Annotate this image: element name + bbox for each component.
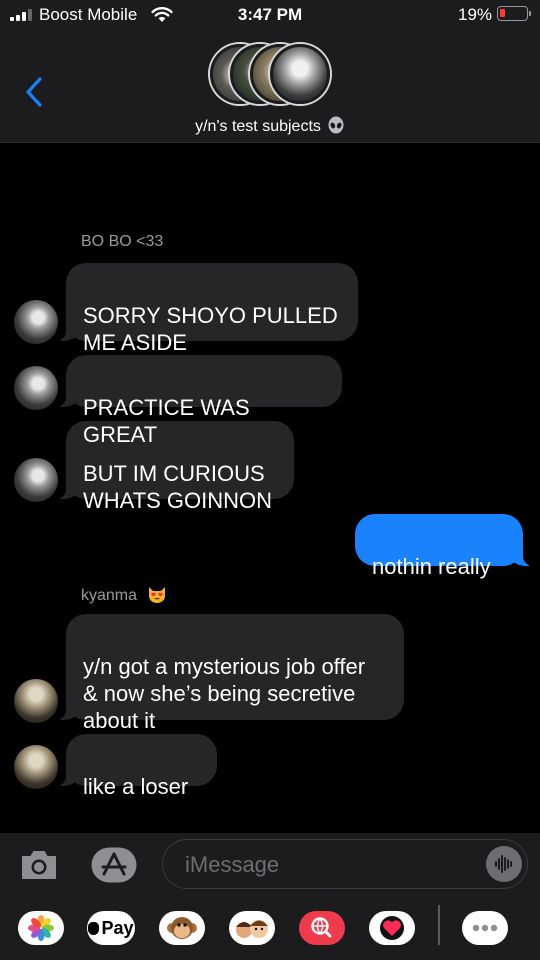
monkey-memoji-icon[interactable] (159, 911, 205, 945)
sender-name-label: kyanma (81, 587, 138, 604)
camera-icon[interactable] (20, 848, 58, 882)
heart-eyes-cat-emoji-icon (149, 587, 166, 603)
monkey-face-icon (167, 917, 197, 939)
memoji-faces-icon (236, 920, 268, 938)
message-input-placeholder: iMessage (185, 852, 280, 877)
group-name[interactable]: y/n's test subjects (0, 116, 540, 136)
drawer-divider (438, 905, 440, 945)
battery-fill (500, 9, 505, 17)
alien-emoji-icon (328, 116, 344, 134)
sender-avatar[interactable] (14, 366, 58, 410)
message-text: y/n got a mysterious job offer & now she… (83, 654, 366, 733)
message-bubble-incoming[interactable]: y/n got a mysterious job offer & now she… (56, 614, 404, 733)
status-bar: Boost Mobile 3:47 PM 19% (0, 0, 540, 30)
ellipsis-icon (472, 924, 498, 932)
sender-avatar[interactable] (14, 300, 58, 344)
sender-name: BO BO <33 (81, 233, 164, 250)
waveform-icon (495, 855, 512, 873)
photos-icon[interactable] (18, 911, 64, 945)
message-bubble-incoming[interactable]: SORRY SHOYO PULLED ME ASIDE (56, 263, 358, 355)
message-bubble-incoming[interactable]: like a loser (56, 734, 217, 799)
message-input[interactable]: iMessage (162, 839, 528, 889)
sender-avatar[interactable] (14, 458, 58, 502)
conversation-header: Boost Mobile 3:47 PM 19% y/n's test subj… (0, 0, 540, 143)
message-text: like a loser (83, 774, 189, 799)
magnifier-globe-icon (311, 917, 332, 938)
group-name-label: y/n's test subjects (195, 118, 321, 135)
compose-bar: iMessage (0, 833, 540, 895)
web-images-icon[interactable] (299, 911, 345, 945)
back-chevron-icon[interactable] (20, 74, 48, 110)
sender-avatar[interactable] (14, 679, 58, 723)
more-icon[interactable] (462, 911, 508, 945)
sender-avatar[interactable] (14, 745, 58, 789)
memoji-icon[interactable] (229, 911, 275, 945)
apple-pay-icon[interactable]: Pay (87, 911, 135, 945)
message-text: BUT IM CURIOUS WHATS GOINNON (83, 461, 273, 513)
sender-name: kyanma (81, 585, 167, 605)
message-text: SORRY SHOYO PULLED ME ASIDE (83, 303, 338, 355)
digital-touch-icon[interactable] (369, 911, 415, 945)
group-avatar-4 (270, 44, 330, 104)
battery-icon (497, 6, 531, 21)
group-avatars[interactable] (210, 44, 332, 108)
message-text: nothin really (372, 554, 491, 579)
app-store-icon[interactable] (91, 847, 137, 883)
message-bubble-outgoing[interactable]: nothin really (355, 514, 533, 579)
apple-pay-label: Pay (101, 917, 134, 938)
apple-logo-icon (88, 921, 100, 935)
app-drawer: Pay (0, 895, 540, 960)
message-bubble-incoming[interactable]: PRACTICE WAS GREAT (56, 355, 342, 447)
audio-message-button[interactable] (486, 846, 522, 882)
battery-percent: 19% (458, 5, 493, 24)
heart-icon (380, 916, 404, 940)
photos-flower-icon (28, 915, 54, 941)
